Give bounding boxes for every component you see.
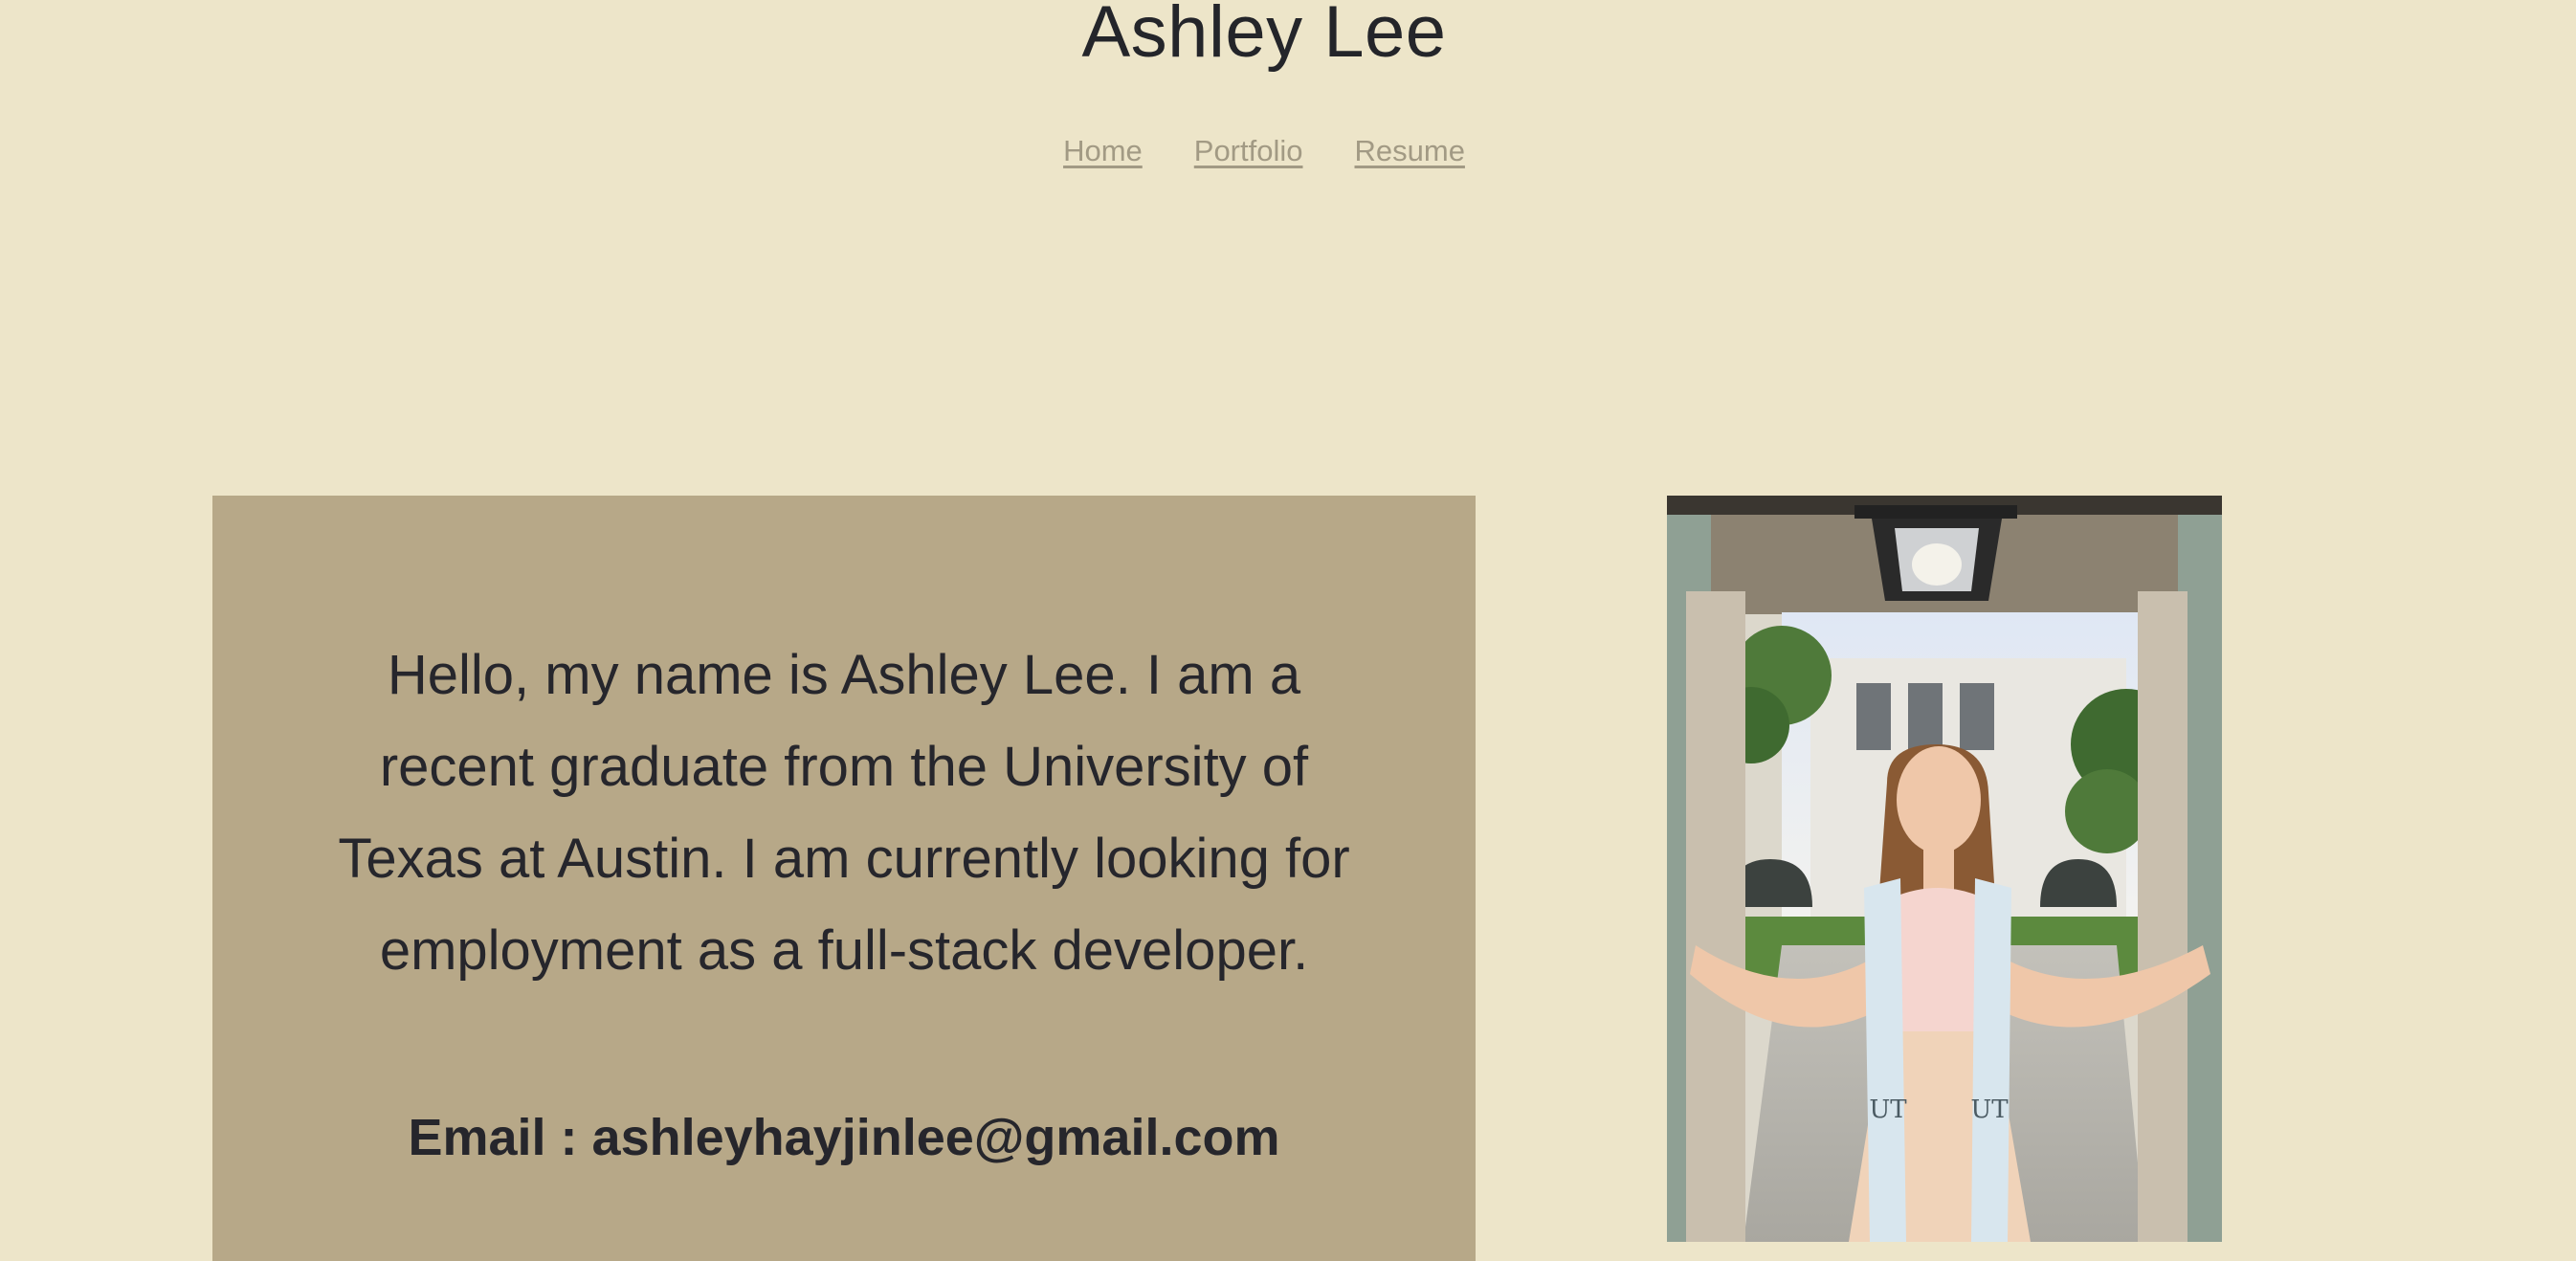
email-label: Email : (408, 1109, 592, 1166)
main-nav: Home Portfolio Resume (0, 132, 2528, 170)
intro-text: Hello, my name is Ashley Lee. I am a rec… (338, 644, 1350, 982)
nav-link-home[interactable]: Home (1063, 132, 1143, 170)
profile-photo-illustration: UT UT (1667, 496, 2222, 1242)
intro-card: Hello, my name is Ashley Lee. I am a rec… (212, 496, 1476, 1261)
profile-photo: UT UT (1667, 496, 2222, 1242)
nav-link-portfolio[interactable]: Portfolio (1194, 132, 1303, 170)
nav-link-resume[interactable]: Resume (1355, 132, 1465, 170)
email-address[interactable]: ashleyhayjinlee@gmail.com (592, 1109, 1280, 1166)
stole-right-text: UT (1970, 1095, 2009, 1124)
site-title: Ashley Lee (1081, 0, 1447, 73)
email-line: Email : ashleyhayjinlee@gmail.com (212, 1104, 1476, 1171)
stole-left-text: UT (1869, 1095, 1907, 1124)
